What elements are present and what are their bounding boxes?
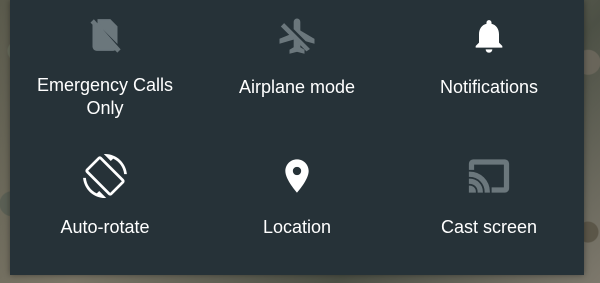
tile-notifications[interactable]: Notifications (394, 0, 584, 120)
tile-label: Location (262, 217, 332, 237)
no-sim-icon (83, 14, 127, 56)
tile-location[interactable]: Location (202, 140, 392, 260)
tile-label: Airplane mode (238, 77, 356, 97)
tile-emergency-calls[interactable]: Emergency Calls Only (10, 0, 200, 120)
tile-label: Cast screen (440, 217, 538, 237)
tile-label: Emergency Calls Only (36, 75, 174, 118)
tile-airplane-mode[interactable]: Airplane mode (202, 0, 392, 120)
tile-label: Notifications (439, 77, 539, 97)
cast-icon (467, 154, 511, 198)
screen-rotation-icon (83, 154, 127, 198)
bell-icon (467, 14, 511, 58)
quick-settings-panel: Emergency Calls Only Airplane mode Notif… (10, 0, 584, 275)
tile-cast-screen[interactable]: Cast screen (394, 140, 584, 260)
tile-label: Auto-rotate (60, 217, 150, 237)
tile-auto-rotate[interactable]: Auto-rotate (10, 140, 200, 260)
airplane-off-icon (275, 14, 319, 58)
location-pin-icon (275, 154, 319, 198)
